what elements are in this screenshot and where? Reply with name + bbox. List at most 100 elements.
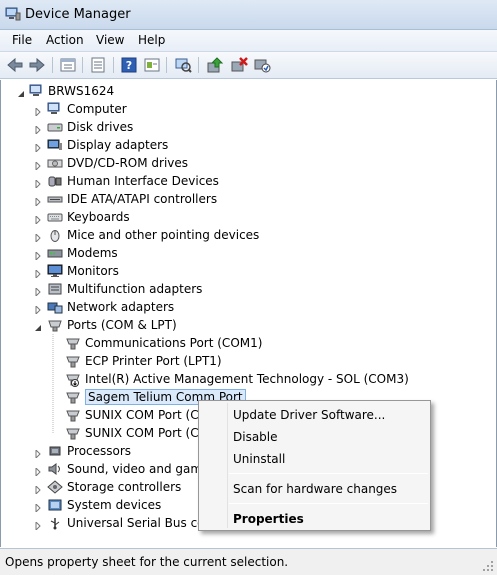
root-computer-icon bbox=[29, 84, 45, 98]
menu-help[interactable]: Help bbox=[134, 33, 169, 47]
tree-category-monitors[interactable]: Monitors bbox=[1, 262, 481, 280]
processor-icon bbox=[47, 444, 63, 458]
expand-arrow-icon[interactable] bbox=[34, 231, 42, 244]
tree-category-keyboards[interactable]: Keyboards bbox=[1, 208, 481, 226]
monitor-icon bbox=[47, 264, 63, 278]
com-port-icon bbox=[65, 426, 81, 440]
svg-text:?: ? bbox=[126, 59, 132, 72]
back-icon[interactable] bbox=[5, 56, 25, 74]
device-manager-icon bbox=[5, 7, 21, 21]
tree-category-multifunction-adapters[interactable]: Multifunction adapters bbox=[1, 280, 481, 298]
tree-category-network-adapters[interactable]: Network adapters bbox=[1, 298, 481, 316]
forward-icon[interactable] bbox=[27, 56, 47, 74]
tree-category-label: Storage controllers bbox=[67, 480, 182, 494]
scan-hardware-icon[interactable] bbox=[173, 56, 193, 74]
multifunction-icon bbox=[47, 282, 63, 296]
tree-category-label: Display adapters bbox=[67, 138, 169, 152]
context-properties[interactable]: Properties bbox=[233, 512, 304, 526]
menu-view[interactable]: View bbox=[92, 33, 128, 47]
disable-icon[interactable] bbox=[252, 56, 272, 74]
menu-action[interactable]: Action bbox=[42, 33, 88, 47]
tree-category-disk-drives[interactable]: Disk drives bbox=[1, 118, 481, 136]
tree-category-label: Network adapters bbox=[67, 300, 175, 314]
tree-category-ide-ata-atapi-controllers[interactable]: IDE ATA/ATAPI controllers bbox=[1, 190, 481, 208]
tree-root[interactable]: BRWS1624 bbox=[1, 82, 481, 100]
window-title: Device Manager bbox=[25, 7, 131, 22]
tree-category-label: Multifunction adapters bbox=[67, 282, 203, 296]
tree-category-label: Sound, video and game c bbox=[67, 462, 220, 476]
ide-controller-icon bbox=[47, 192, 63, 206]
expand-arrow-icon[interactable] bbox=[34, 465, 42, 478]
tree-port-item[interactable]: ECP Printer Port (LPT1) bbox=[1, 352, 481, 370]
com-port-icon bbox=[65, 354, 81, 368]
tree-category-label: IDE ATA/ATAPI controllers bbox=[67, 192, 218, 206]
tree-root-label: BRWS1624 bbox=[48, 84, 115, 98]
tree-port-label: Intel(R) Active Management Technology - … bbox=[85, 372, 409, 386]
tree-category-computer[interactable]: Computer bbox=[1, 100, 481, 118]
expand-arrow-icon[interactable] bbox=[34, 483, 42, 496]
com-port-icon bbox=[65, 336, 81, 350]
com-port-icon bbox=[65, 408, 81, 422]
expand-arrow-icon[interactable] bbox=[34, 519, 42, 532]
properties-icon[interactable] bbox=[88, 56, 108, 74]
update-driver-icon[interactable] bbox=[205, 56, 225, 74]
toolbar: ? bbox=[0, 52, 497, 79]
action-view-icon[interactable] bbox=[142, 56, 162, 74]
menu-file[interactable]: File bbox=[8, 33, 36, 47]
tree-category-label: Mice and other pointing devices bbox=[67, 228, 260, 242]
system-device-icon bbox=[47, 498, 63, 512]
menu-bar: File Action View Help bbox=[0, 30, 497, 52]
tree-category-ports-com-lpt[interactable]: Ports (COM & LPT) bbox=[1, 316, 481, 334]
tree-port-item[interactable]: Communications Port (COM1) bbox=[1, 334, 481, 352]
expand-arrow-icon[interactable] bbox=[34, 267, 42, 280]
network-adapter-icon bbox=[47, 300, 63, 314]
keyboard-icon bbox=[47, 210, 63, 224]
expand-arrow-icon[interactable] bbox=[34, 177, 42, 190]
context-scan-hardware[interactable]: Scan for hardware changes bbox=[233, 482, 397, 496]
expand-arrow-icon[interactable] bbox=[34, 249, 42, 262]
context-disable[interactable]: Disable bbox=[233, 430, 278, 444]
tree-category-label: System devices bbox=[67, 498, 162, 512]
tree-category-label: Disk drives bbox=[67, 120, 134, 134]
expand-arrow-icon[interactable] bbox=[34, 123, 42, 136]
expand-arrow-icon[interactable] bbox=[34, 303, 42, 316]
tree-port-label: SUNIX COM Port (CO bbox=[85, 426, 209, 440]
port-icon bbox=[47, 318, 63, 332]
context-update-driver[interactable]: Update Driver Software... bbox=[233, 408, 385, 422]
mouse-icon bbox=[47, 228, 63, 242]
uninstall-icon[interactable] bbox=[229, 56, 249, 74]
disk-drive-icon bbox=[47, 120, 63, 134]
status-bar: Opens property sheet for the current sel… bbox=[0, 548, 497, 575]
tree-port-label: Communications Port (COM1) bbox=[85, 336, 263, 350]
tree-category-modems[interactable]: Modems bbox=[1, 244, 481, 262]
tree-category-label: Computer bbox=[67, 102, 127, 116]
expand-arrow-icon[interactable] bbox=[34, 105, 42, 118]
expand-arrow-icon[interactable] bbox=[34, 195, 42, 208]
resize-grip-icon[interactable] bbox=[483, 561, 494, 572]
tree-port-label: ECP Printer Port (LPT1) bbox=[85, 354, 222, 368]
tree-category-display-adapters[interactable]: Display adapters bbox=[1, 136, 481, 154]
title-bar: Device Manager bbox=[0, 0, 497, 30]
tree-port-label: SUNIX COM Port (CO bbox=[85, 408, 209, 422]
context-uninstall[interactable]: Uninstall bbox=[233, 452, 285, 466]
tree-category-human-interface-devices[interactable]: Human Interface Devices bbox=[1, 172, 481, 190]
expand-arrow-icon[interactable] bbox=[34, 141, 42, 154]
tree-category-label: Human Interface Devices bbox=[67, 174, 219, 188]
computer-icon bbox=[47, 102, 63, 116]
modem-icon bbox=[47, 246, 63, 260]
tree-category-label: DVD/CD-ROM drives bbox=[67, 156, 189, 170]
collapse-arrow-icon[interactable] bbox=[17, 87, 25, 97]
tree-port-item[interactable]: Intel(R) Active Management Technology - … bbox=[1, 370, 481, 388]
expand-arrow-icon[interactable] bbox=[34, 501, 42, 514]
expand-arrow-icon[interactable] bbox=[34, 213, 42, 226]
warning-icon bbox=[71, 379, 79, 387]
help-icon[interactable]: ? bbox=[119, 56, 139, 74]
collapse-arrow-icon[interactable] bbox=[34, 321, 42, 331]
expand-arrow-icon[interactable] bbox=[34, 285, 42, 298]
tree-category-dvd-cd-rom-drives[interactable]: DVD/CD-ROM drives bbox=[1, 154, 481, 172]
tree-category-mice-and-other-pointing-devices[interactable]: Mice and other pointing devices bbox=[1, 226, 481, 244]
expand-arrow-icon[interactable] bbox=[34, 159, 42, 172]
com-port-icon bbox=[65, 390, 81, 404]
expand-arrow-icon[interactable] bbox=[34, 447, 42, 460]
up-view-icon[interactable] bbox=[58, 56, 78, 74]
